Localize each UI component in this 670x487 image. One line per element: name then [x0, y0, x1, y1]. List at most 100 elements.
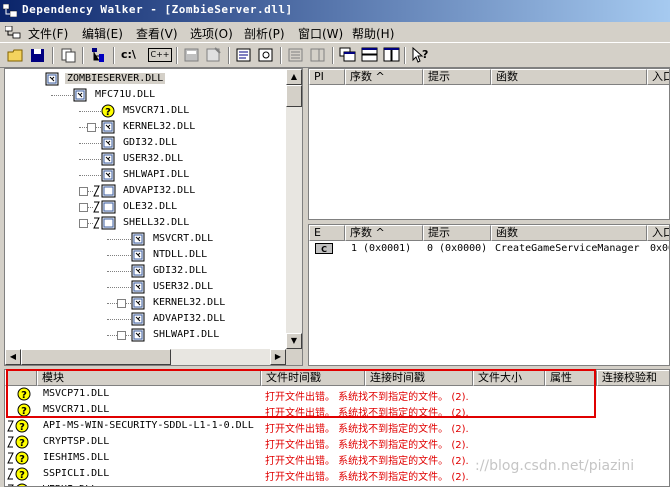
delay-missing-icon: ?	[7, 435, 31, 449]
mdi-child-icon[interactable]	[4, 25, 21, 42]
module-tree-pane[interactable]: ZOMBIESERVER.DLL MFC71U.DLL? MSVCR71.DLL KE…	[4, 68, 303, 366]
delay-missing-icon: ?	[7, 467, 31, 481]
col-ordinal[interactable]: 序数 ^	[345, 225, 423, 241]
tree-node[interactable]: USER32.DLL	[5, 152, 285, 167]
scroll-thumb[interactable]	[286, 85, 302, 107]
tree-node[interactable]: SHLWAPI.DLL	[5, 328, 285, 343]
menu-help[interactable]: 帮助(H)	[352, 25, 394, 42]
col-function[interactable]: 函数	[491, 225, 647, 241]
context-help-icon[interactable]: ?	[410, 46, 430, 64]
find-icon[interactable]	[234, 46, 254, 64]
tree-node-label: KERNEL32.DLL	[153, 297, 226, 308]
copy-icon[interactable]	[58, 46, 78, 64]
undecorate-cpp-button[interactable]: C++	[148, 46, 172, 64]
expand-icon[interactable]	[117, 331, 126, 340]
properties-icon[interactable]	[204, 46, 224, 64]
save-icon[interactable]	[28, 46, 48, 64]
table-row[interactable]: ? CRYPTSP.DLL 打开文件出错。 系统找不到指定的文件。 (2).	[5, 435, 669, 451]
table-row[interactable]: ?WERUI.DLL打开文件出错。 系统找不到指定的文件。 (2).	[5, 483, 669, 486]
col-entry[interactable]: 入口	[647, 69, 669, 85]
module-icon	[131, 280, 145, 294]
tree-node-label: ADVAPI32.DLL	[153, 313, 226, 324]
import-functions-pane[interactable]: PI 序数 ^ 提示 函数 入口	[308, 68, 670, 220]
scroll-up-button[interactable]: ▲	[286, 69, 302, 85]
tree-node-label: MSVCR71.DLL	[123, 105, 190, 116]
tree-node[interactable]: NTDLL.DLL	[5, 248, 285, 263]
tree-connector	[79, 159, 101, 160]
delay-module-icon	[93, 216, 117, 230]
tree-node-label: USER32.DLL	[123, 153, 184, 164]
menu-options[interactable]: 选项(O)	[190, 25, 233, 42]
open-icon[interactable]	[6, 46, 26, 64]
collapse-icon[interactable]	[79, 219, 88, 228]
scroll-down-button[interactable]: ▼	[286, 333, 302, 349]
scroll-left-button[interactable]: ◀	[5, 349, 21, 365]
col-ordinal[interactable]: 序数 ^	[345, 69, 423, 85]
svg-text:?: ?	[19, 454, 25, 465]
tree-vertical-scrollbar[interactable]: ▲ ▼	[286, 69, 302, 349]
expand-icon[interactable]	[79, 203, 88, 212]
tree-node[interactable]: SHELL32.DLL	[5, 216, 285, 231]
tree-node[interactable]: MFC71U.DLL	[5, 88, 285, 103]
menu-edit[interactable]: 编辑(E)	[82, 25, 123, 42]
scroll-thumb-h[interactable]	[21, 349, 171, 365]
module-info-icon[interactable]	[182, 46, 202, 64]
error-message-cell: 打开文件出错。 系统找不到指定的文件。 (2).	[265, 424, 469, 435]
detail-view-icon[interactable]	[308, 46, 328, 64]
module-name-cell: IESHIMS.DLL	[43, 452, 110, 463]
tree-node[interactable]: USER32.DLL	[5, 280, 285, 295]
title-bar[interactable]: Dependency Walker - [ZombieServer.dll]	[0, 0, 670, 22]
cascade-icon[interactable]	[338, 46, 358, 64]
col-link-checksum[interactable]: 连接校验和	[597, 370, 669, 386]
tree-connector	[79, 143, 101, 144]
delay-module-icon	[93, 200, 117, 214]
module-icon	[131, 328, 145, 342]
expand-icon[interactable]	[79, 187, 88, 196]
module-name-cell: CRYPTSP.DLL	[43, 436, 110, 447]
col-hint[interactable]: 提示	[423, 225, 491, 241]
tree-node[interactable]: SHLWAPI.DLL	[5, 168, 285, 183]
tree-node[interactable]: GDI32.DLL	[5, 136, 285, 151]
tile-horizontal-icon[interactable]	[360, 46, 380, 64]
tree-node[interactable]: ZOMBIESERVER.DLL	[5, 72, 285, 87]
col-pi[interactable]: PI	[309, 69, 345, 85]
scroll-corner	[286, 349, 302, 365]
tree-horizontal-scrollbar[interactable]: ◀ ▶	[5, 349, 286, 365]
tree-node-label: MFC71U.DLL	[95, 89, 156, 100]
tree-connector	[107, 255, 131, 256]
col-entry[interactable]: 入口	[647, 225, 669, 241]
expand-icon[interactable]	[117, 299, 126, 308]
error-message-cell: 打开文件出错。 系统找不到指定的文件。 (2).	[265, 456, 469, 467]
col-function[interactable]: 函数	[491, 69, 647, 85]
tree-node[interactable]: ADVAPI32.DLL	[5, 184, 285, 199]
delay-missing-icon: ?	[7, 451, 31, 465]
tree-node[interactable]: KERNEL32.DLL	[5, 120, 285, 135]
tree-node[interactable]: GDI32.DLL	[5, 264, 285, 279]
tree-view-icon[interactable]	[90, 46, 110, 64]
col-e[interactable]: E	[309, 225, 345, 241]
menu-view[interactable]: 查看(V)	[136, 25, 178, 42]
export-functions-pane[interactable]: E 序数 ^ 提示 函数 入口 C 1 (0x0001) 0 (0x0000) …	[308, 224, 670, 366]
table-row[interactable]: ? API-MS-WIN-SECURITY-SDDL-L1-1-0.DLL 打开文件…	[5, 419, 669, 435]
tree-connector	[79, 175, 101, 176]
menu-window[interactable]: 窗口(W)	[298, 25, 343, 42]
tree-node[interactable]: KERNEL32.DLL	[5, 296, 285, 311]
toolbar: c:\ C++ ?	[0, 42, 670, 68]
list-view-icon[interactable]	[286, 46, 306, 64]
col-hint[interactable]: 提示	[423, 69, 491, 85]
tree-node[interactable]: ADVAPI32.DLL	[5, 312, 285, 327]
menu-profile[interactable]: 剖析(P)	[244, 25, 285, 42]
tree-node[interactable]: OLE32.DLL	[5, 200, 285, 215]
find-next-icon[interactable]	[256, 46, 276, 64]
delay-module-icon	[93, 184, 117, 198]
expand-icon[interactable]	[87, 123, 96, 132]
tree-node[interactable]: ? MSVCR71.DLL	[5, 104, 285, 119]
module-icon	[131, 264, 145, 278]
table-row[interactable]: C 1 (0x0001) 0 (0x0000) CreateGameServic…	[309, 242, 669, 257]
menu-file[interactable]: 文件(F)	[28, 25, 68, 42]
full-path-button[interactable]: c:\	[121, 46, 143, 64]
menu-bar: 文件(F) 编辑(E) 查看(V) 选项(O) 剖析(P) 窗口(W) 帮助(H…	[0, 22, 670, 42]
tile-vertical-icon[interactable]	[382, 46, 402, 64]
scroll-right-button[interactable]: ▶	[270, 349, 286, 365]
tree-node[interactable]: MSVCRT.DLL	[5, 232, 285, 247]
